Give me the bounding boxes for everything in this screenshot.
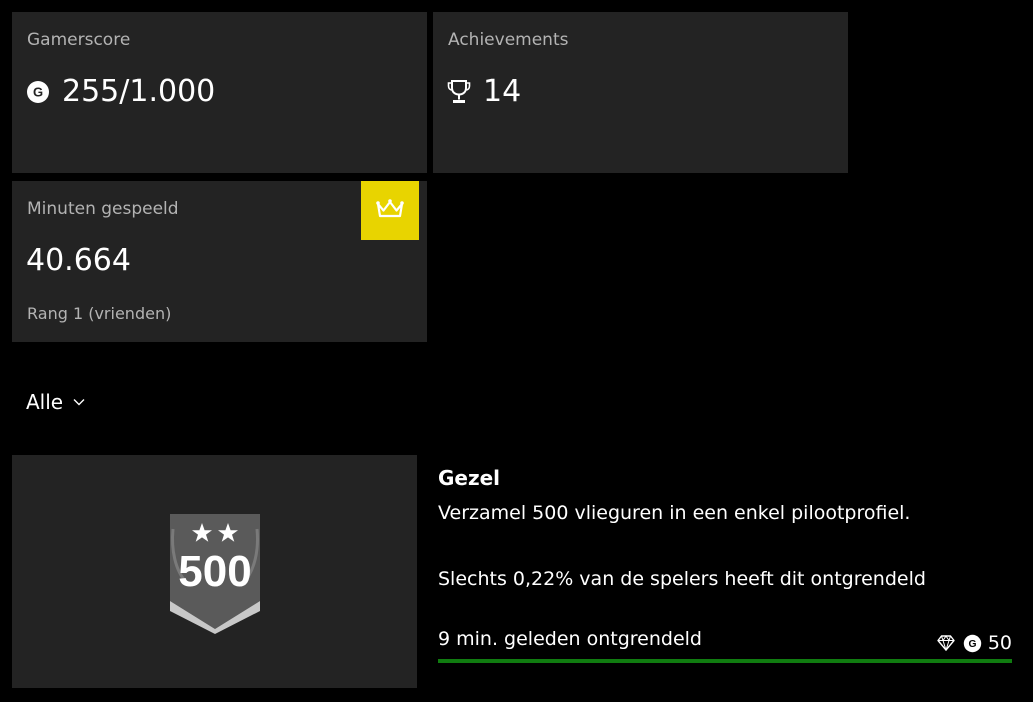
gamerscore-value: 255/1.000 bbox=[62, 74, 216, 109]
svg-text:G: G bbox=[33, 84, 43, 99]
gamerscore-value-row: G 255/1.000 bbox=[26, 74, 215, 109]
rank-badge bbox=[361, 181, 419, 240]
achievements-tile: Achievements 14 bbox=[433, 12, 848, 173]
gamerscore-g-icon: G bbox=[26, 80, 50, 104]
achievement-description: Verzamel 500 vlieguren in een enkel pilo… bbox=[438, 502, 911, 524]
trophy-icon bbox=[447, 79, 471, 105]
diamond-icon bbox=[937, 635, 955, 651]
achievement-points: 50 bbox=[987, 632, 1012, 654]
gamerscore-label: Gamerscore bbox=[27, 30, 131, 50]
minutes-played-tile: Minuten gespeeld 40.664 Rang 1 (vrienden… bbox=[12, 181, 427, 342]
achievements-label: Achievements bbox=[448, 30, 569, 50]
achievement-filter-dropdown[interactable]: Alle bbox=[26, 390, 85, 414]
svg-text:G: G bbox=[968, 639, 976, 650]
crown-icon bbox=[375, 197, 405, 225]
filter-selected-value: Alle bbox=[26, 390, 64, 414]
achievement-title: Gezel bbox=[438, 466, 501, 490]
achievements-value-row: 14 bbox=[447, 74, 521, 109]
gamerscore-g-icon: G bbox=[963, 634, 982, 653]
achievement-image[interactable]: 500 bbox=[12, 455, 417, 688]
game-achievements-page: Gamerscore G 255/1.000 Achievements 14 M… bbox=[0, 0, 1033, 702]
minutes-played-value: 40.664 bbox=[26, 243, 131, 278]
minutes-played-label: Minuten gespeeld bbox=[27, 199, 179, 219]
svg-text:500: 500 bbox=[178, 547, 251, 596]
achievement-rarity: Slechts 0,22% van de spelers heeft dit o… bbox=[438, 568, 926, 590]
achievement-reward: G 50 bbox=[929, 632, 1012, 654]
chevron-down-icon bbox=[73, 398, 85, 406]
friends-rank-label: Rang 1 (vrienden) bbox=[27, 304, 172, 323]
achievement-unlocked-time: 9 min. geleden ontgrendeld bbox=[438, 628, 702, 650]
achievement-progress-bar bbox=[438, 659, 1012, 663]
achievements-value: 14 bbox=[483, 74, 522, 109]
achievement-badge-icon: 500 bbox=[169, 514, 260, 634]
gamerscore-tile: Gamerscore G 255/1.000 bbox=[12, 12, 427, 173]
achievement-progress-fill bbox=[438, 659, 1012, 663]
